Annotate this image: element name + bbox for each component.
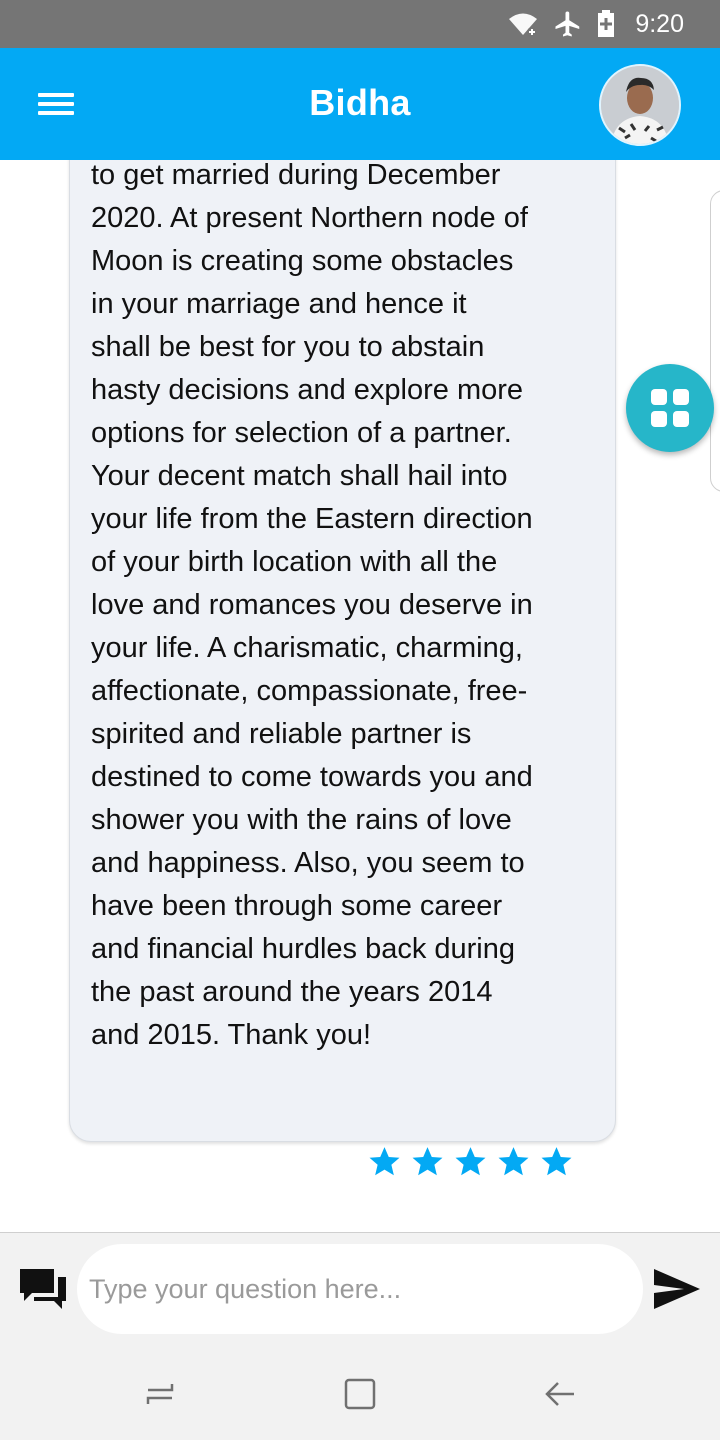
status-time: 9:20 — [635, 9, 684, 38]
rating-stars[interactable] — [368, 1145, 573, 1178]
star-icon[interactable] — [454, 1145, 487, 1178]
airplane-mode-icon — [553, 9, 583, 39]
back-icon[interactable] — [542, 1376, 578, 1412]
send-icon — [654, 1269, 700, 1309]
star-icon[interactable] — [368, 1145, 401, 1178]
chat-bubbles-icon[interactable] — [18, 1265, 68, 1313]
recent-apps-icon[interactable] — [142, 1376, 178, 1412]
user-avatar-image — [601, 66, 679, 144]
star-icon[interactable] — [411, 1145, 444, 1178]
avatar[interactable] — [599, 64, 681, 146]
home-icon[interactable] — [342, 1376, 378, 1412]
side-panel-handle[interactable] — [710, 190, 720, 492]
chat-area[interactable]: foreseen circumstances, you have another… — [0, 160, 720, 1232]
star-icon[interactable] — [497, 1145, 530, 1178]
send-button[interactable] — [652, 1267, 702, 1311]
message-text: foreseen circumstances, you have another… — [91, 160, 533, 1051]
apps-fab-button[interactable] — [626, 364, 714, 452]
message-bubble: foreseen circumstances, you have another… — [69, 160, 616, 1142]
composer-bar — [0, 1232, 720, 1344]
wifi-icon — [507, 10, 539, 38]
star-icon[interactable] — [540, 1145, 573, 1178]
system-nav-bar — [0, 1344, 720, 1440]
question-input[interactable] — [77, 1244, 643, 1334]
app-bar: Bidha — [0, 48, 720, 160]
status-bar: 9:20 — [0, 0, 720, 48]
apps-grid-icon — [651, 389, 689, 427]
battery-icon — [597, 10, 615, 38]
